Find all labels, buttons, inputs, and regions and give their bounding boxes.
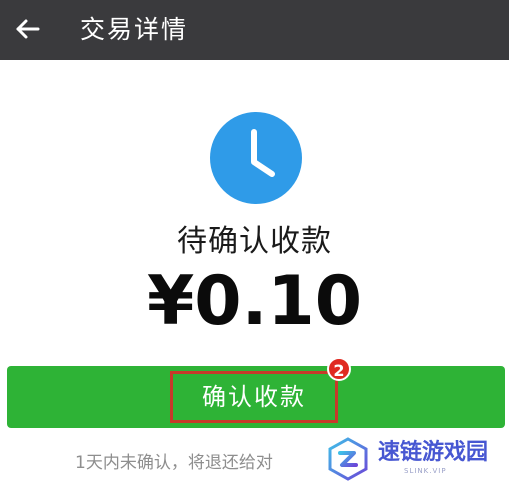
watermark-logo-icon	[328, 437, 368, 481]
watermark: 速链游戏园 SLINK.VIP	[318, 431, 509, 491]
watermark-text: 速链游戏园	[378, 440, 489, 465]
watermark-subtext: SLINK.VIP	[404, 467, 447, 475]
confirm-receipt-label[interactable]: 确认收款	[170, 371, 338, 423]
arrow-left-icon[interactable]	[10, 12, 44, 46]
step-badge: 2	[327, 357, 351, 381]
amount-value: ¥0.10	[146, 262, 363, 341]
page-title: 交易详情	[80, 15, 189, 44]
status-text: 待确认收款	[177, 224, 332, 259]
app-header: 交易详情	[0, 0, 509, 60]
clock-icon	[210, 112, 302, 204]
refund-notice: 1天内未确认，将退还给对	[75, 453, 273, 473]
